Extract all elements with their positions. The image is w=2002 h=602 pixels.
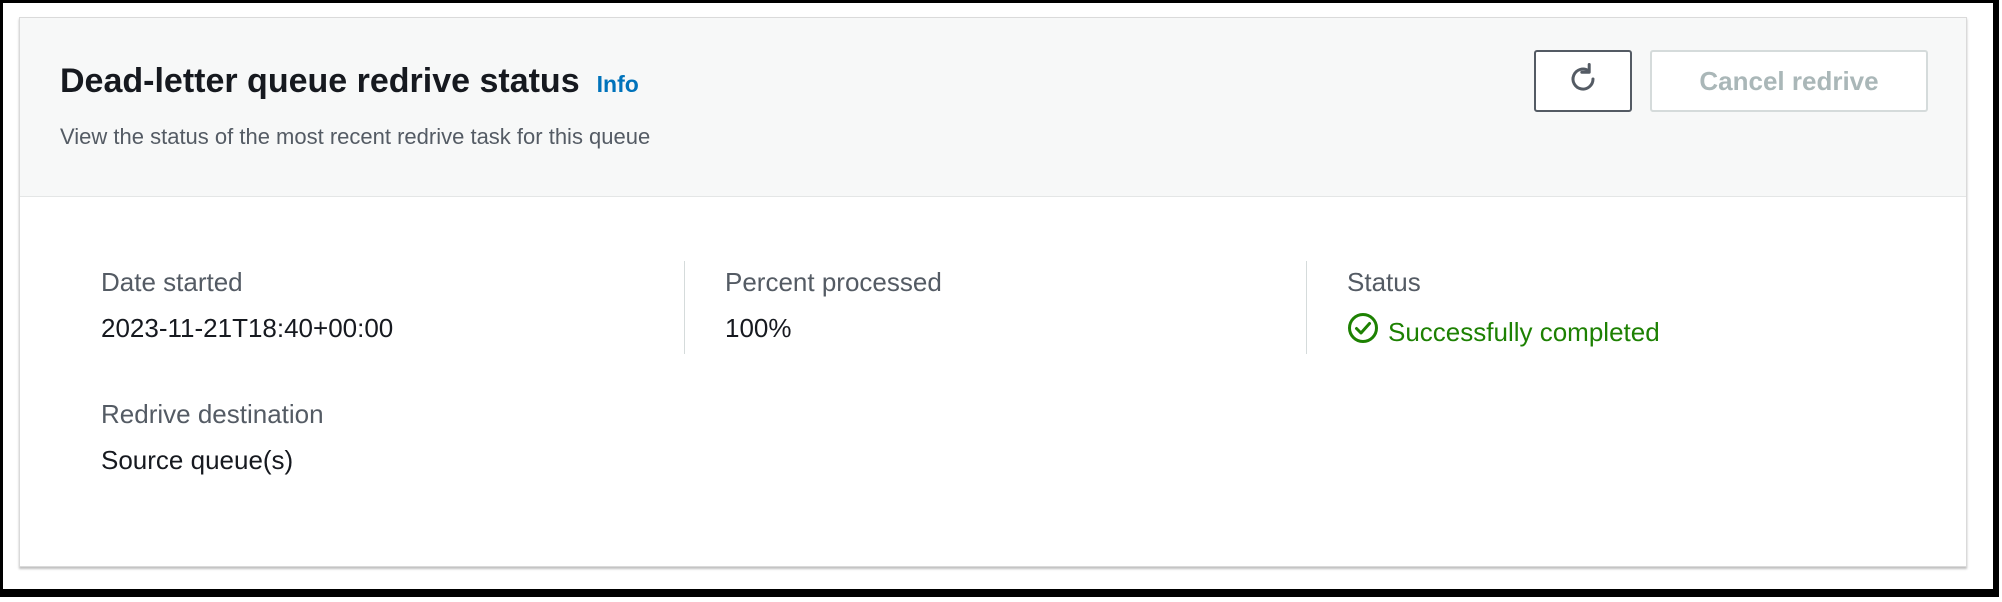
percent-processed-field: Percent processed 100%: [725, 266, 942, 344]
column-divider: [1306, 261, 1307, 354]
info-link[interactable]: Info: [597, 71, 639, 98]
redrive-destination-label: Redrive destination: [101, 399, 324, 429]
status-label: Status: [1347, 267, 1421, 297]
redrive-destination-field: Redrive destination Source queue(s): [101, 398, 324, 476]
refresh-button[interactable]: [1534, 50, 1632, 112]
percent-processed-label: Percent processed: [725, 267, 942, 297]
status-field: Status Successfully completed: [1347, 266, 1660, 351]
date-started-field: Date started 2023-11-21T18:40+00:00: [101, 266, 393, 344]
redrive-status-panel: Dead-letter queue redrive status Info Vi…: [19, 17, 1967, 567]
panel-title: Dead-letter queue redrive status: [60, 62, 580, 100]
status-text: Successfully completed: [1388, 316, 1660, 347]
date-started-value: 2023-11-21T18:40+00:00: [101, 313, 394, 343]
percent-processed-value: 100%: [725, 313, 792, 343]
refresh-icon: [1566, 62, 1600, 101]
cancel-redrive-button[interactable]: Cancel redrive: [1650, 50, 1928, 112]
redrive-destination-value: Source queue(s): [101, 445, 294, 475]
panel-description: View the status of the most recent redri…: [60, 124, 651, 149]
date-started-label: Date started: [101, 267, 243, 297]
panel-header: Dead-letter queue redrive status Info Vi…: [20, 18, 1966, 197]
column-divider: [684, 261, 685, 354]
title-row: Dead-letter queue redrive status Info: [60, 62, 639, 101]
status-value: Successfully completed: [1347, 312, 1660, 351]
check-circle-icon: [1347, 312, 1388, 351]
screenshot-frame: Dead-letter queue redrive status Info Vi…: [0, 0, 1999, 597]
